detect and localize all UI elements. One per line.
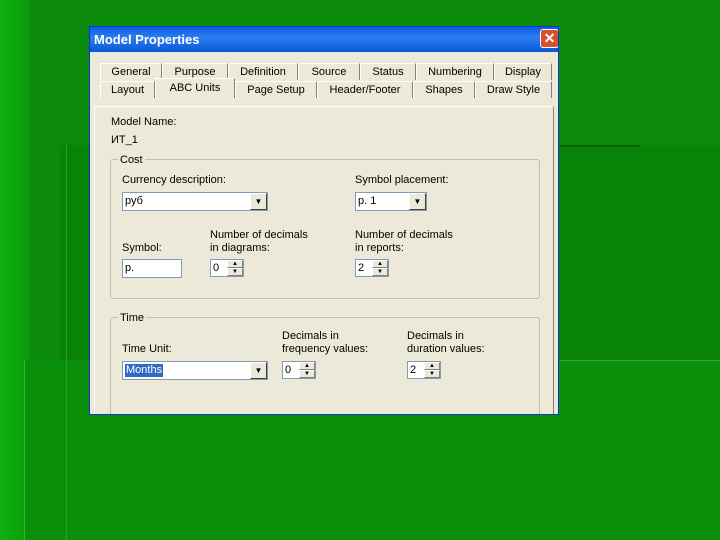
spin-down-icon[interactable]: ▼ <box>299 370 315 378</box>
time-legend: Time <box>118 312 147 324</box>
spin-up-icon[interactable]: ▲ <box>424 362 440 370</box>
duration-decimals-label-line2: duration values: <box>407 343 485 355</box>
time-unit-label: Time Unit: <box>122 343 172 355</box>
chevron-down-icon[interactable]: ▼ <box>250 193 267 210</box>
spinner-buttons: ▲ ▼ <box>372 260 388 276</box>
spin-down-icon[interactable]: ▼ <box>227 268 243 276</box>
tab-header-footer[interactable]: Header/Footer <box>317 81 413 98</box>
symbol-value: р. <box>125 262 135 274</box>
tab-layout[interactable]: Layout <box>100 81 155 98</box>
model-name-value: ИТ_1 <box>111 134 138 146</box>
duration-decimals-label: Decimals in <box>407 330 464 342</box>
spin-up-icon[interactable]: ▲ <box>299 362 315 370</box>
decimals-reports-label-line2: in reports: <box>355 242 404 254</box>
window-title: Model Properties <box>94 32 200 47</box>
title-bar[interactable]: Model Properties ✕ <box>90 27 558 52</box>
background-divider <box>560 145 640 147</box>
model-name-label: Model Name: <box>111 116 177 128</box>
background-divider <box>66 145 67 540</box>
decimals-diagrams-label-line2: in diagrams: <box>210 242 270 254</box>
chevron-down-icon[interactable]: ▼ <box>409 193 426 210</box>
duration-decimals-value: 2 <box>410 364 417 376</box>
model-properties-dialog: Model Properties ✕ General Purpose Defin… <box>89 26 559 415</box>
tab-status[interactable]: Status <box>360 63 416 80</box>
tab-abc-units[interactable]: ABC Units <box>155 78 235 98</box>
spin-up-icon[interactable]: ▲ <box>372 260 388 268</box>
spinner-buttons: ▲ ▼ <box>424 362 440 378</box>
background-divider <box>560 360 720 361</box>
symbol-label: Symbol: <box>122 242 162 254</box>
currency-description-combo[interactable]: руб ▼ <box>122 192 268 211</box>
decimals-reports-spinner[interactable]: 2 ▲ ▼ <box>355 259 389 277</box>
frequency-decimals-label: Decimals in <box>282 330 339 342</box>
spin-down-icon[interactable]: ▼ <box>372 268 388 276</box>
cost-legend: Cost <box>118 154 145 166</box>
time-unit-value: Months <box>125 364 164 377</box>
time-unit-combo[interactable]: Months ▼ <box>122 361 268 380</box>
symbol-placement-label: Symbol placement: <box>355 174 449 186</box>
frequency-decimals-value: 0 <box>285 364 292 376</box>
tab-draw-style[interactable]: Draw Style <box>475 81 552 98</box>
chevron-down-icon[interactable]: ▼ <box>250 362 267 379</box>
decimals-reports-label: Number of decimals <box>355 229 453 241</box>
tab-page-setup[interactable]: Page Setup <box>235 81 317 98</box>
spinner-buttons: ▲ ▼ <box>227 260 243 276</box>
decimals-diagrams-label: Number of decimals <box>210 229 308 241</box>
frequency-decimals-spinner[interactable]: 0 ▲ ▼ <box>282 361 316 379</box>
tab-display[interactable]: Display <box>494 63 552 80</box>
close-button[interactable]: ✕ <box>540 29 558 48</box>
symbol-placement-combo[interactable]: р. 1 ▼ <box>355 192 427 211</box>
symbol-placement-value: р. 1 <box>358 195 377 207</box>
duration-decimals-spinner[interactable]: 2 ▲ ▼ <box>407 361 441 379</box>
decimals-reports-value: 2 <box>358 262 365 274</box>
symbol-field[interactable]: р. <box>122 259 182 278</box>
currency-description-label: Currency description: <box>122 174 226 186</box>
spinner-buttons: ▲ ▼ <box>299 362 315 378</box>
frequency-decimals-label-line2: frequency values: <box>282 343 369 355</box>
spin-up-icon[interactable]: ▲ <box>227 260 243 268</box>
tab-numbering[interactable]: Numbering <box>416 63 494 80</box>
spin-down-icon[interactable]: ▼ <box>424 370 440 378</box>
tab-definition[interactable]: Definition <box>228 63 298 80</box>
tab-general[interactable]: General <box>100 63 162 80</box>
tab-shapes[interactable]: Shapes <box>413 81 475 98</box>
currency-description-value: руб <box>125 195 143 207</box>
decimals-diagrams-value: 0 <box>213 262 220 274</box>
tab-source[interactable]: Source <box>298 63 360 80</box>
decimals-diagrams-spinner[interactable]: 0 ▲ ▼ <box>210 259 244 277</box>
background-divider <box>24 360 25 540</box>
